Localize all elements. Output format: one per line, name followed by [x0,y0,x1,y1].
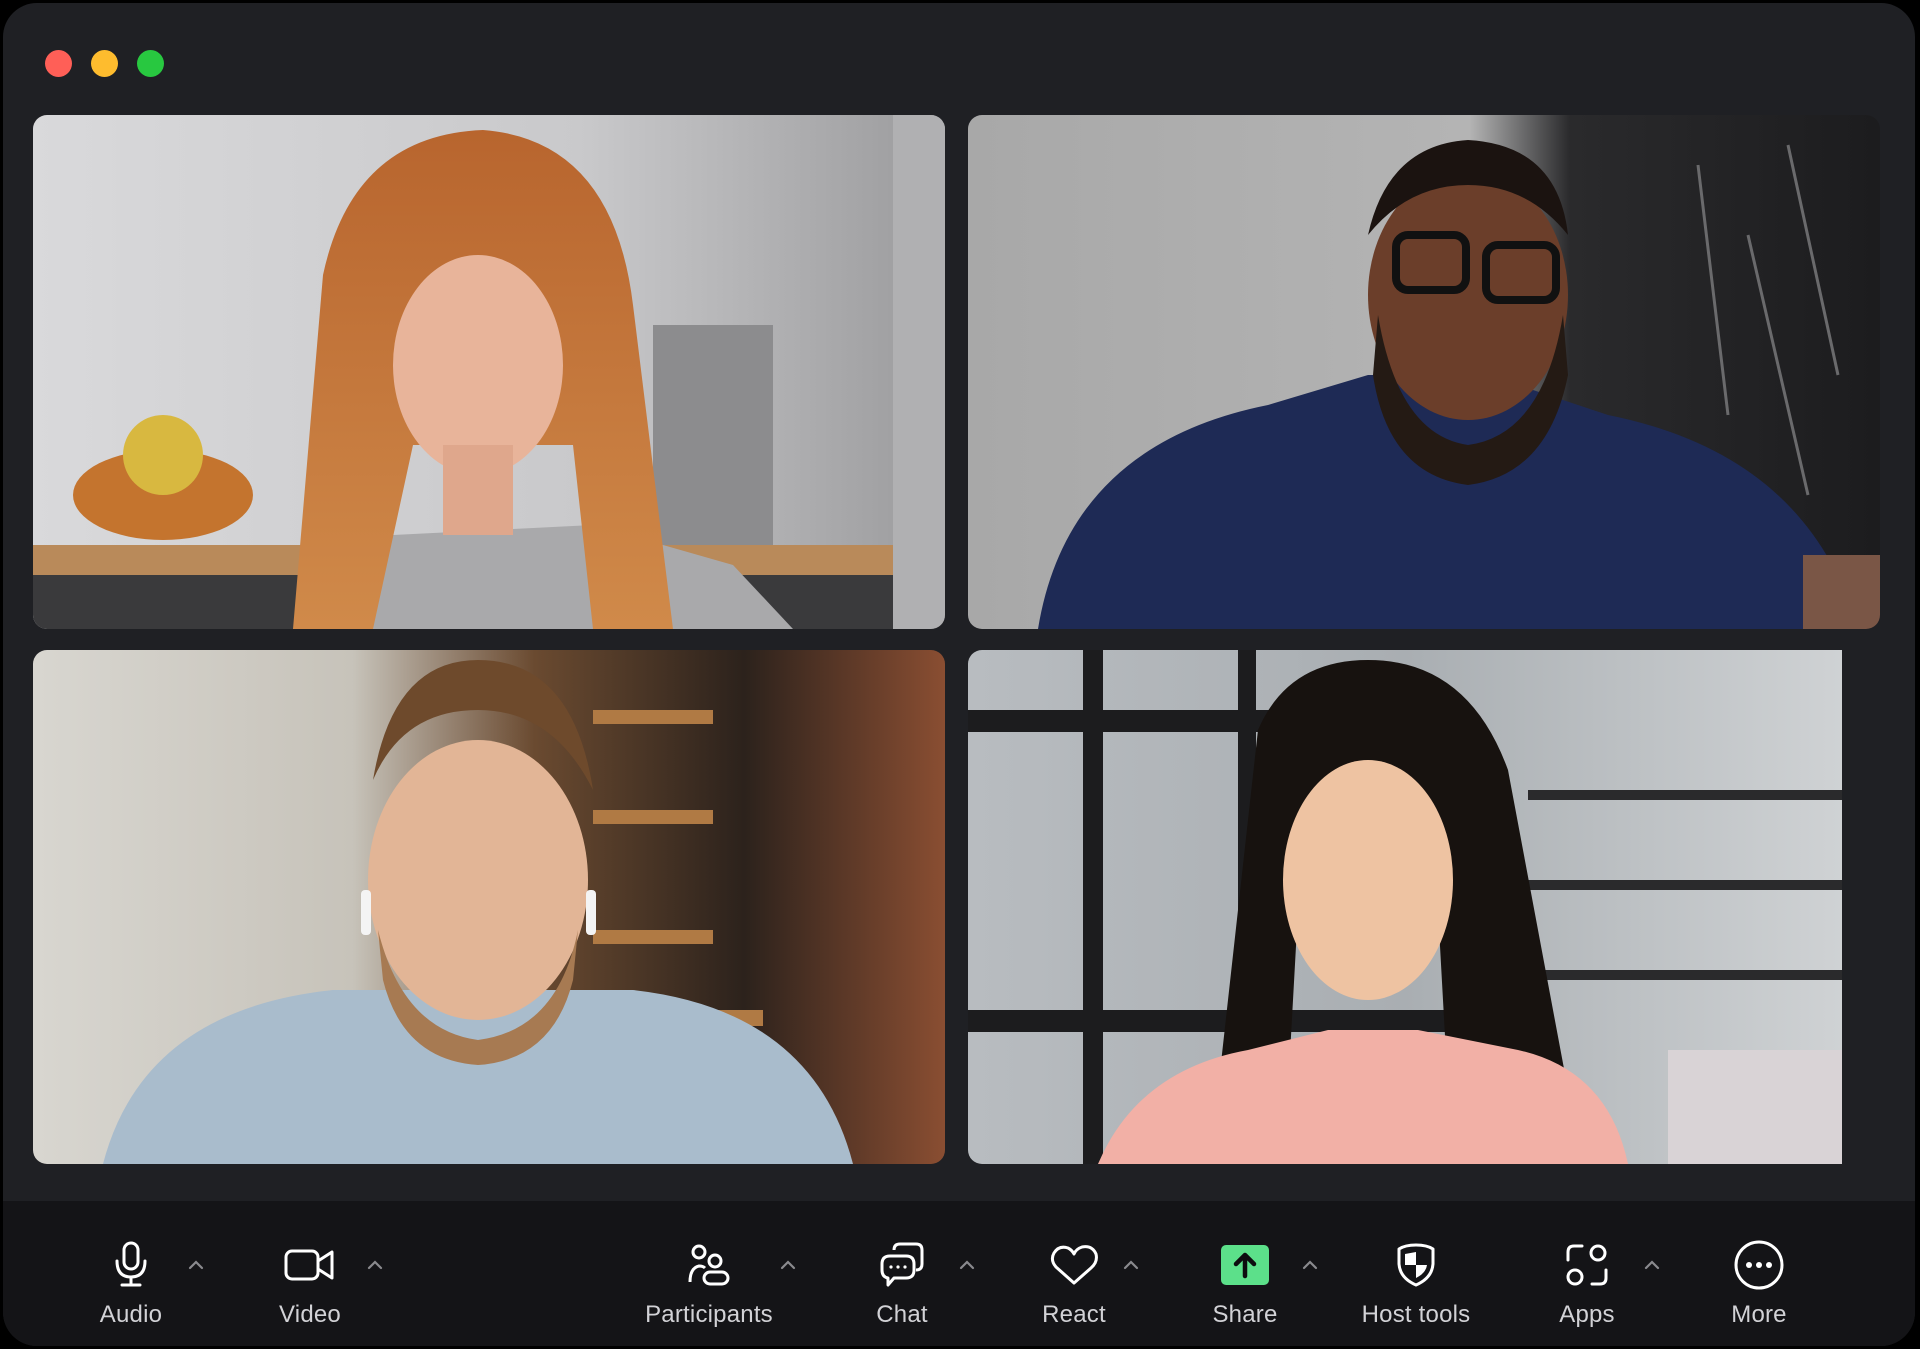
share-label: Share [1212,1301,1278,1328]
audio-options-chevron-up-icon[interactable] [184,1255,208,1275]
more-button[interactable]: More [1674,1201,1844,1346]
participant-video-tile-4[interactable] [968,650,1842,1164]
zoom-window-button[interactable] [137,50,164,77]
participants-icon [683,1239,735,1291]
host-tools-button[interactable]: Host tools [1331,1201,1501,1346]
video-camera-icon [284,1239,336,1291]
title-bar [3,3,1915,113]
meeting-toolbar: Audio Video Participants Chat React Shar… [3,1201,1915,1346]
participant-video-1 [33,115,945,629]
participants-button[interactable]: Participants [624,1201,794,1346]
participant-video-4 [968,650,1842,1164]
participant-video-tile-1[interactable] [33,115,945,629]
audio-label: Audio [99,1301,163,1328]
share-options-chevron-up-icon[interactable] [1298,1255,1322,1275]
chat-options-chevron-up-icon[interactable] [955,1255,979,1275]
host-tools-label: Host tools [1361,1301,1471,1328]
close-window-button[interactable] [45,50,72,77]
minimize-window-button[interactable] [91,50,118,77]
more-label: More [1731,1301,1787,1328]
react-options-chevron-up-icon[interactable] [1119,1255,1143,1275]
heart-icon [1048,1239,1100,1291]
participants-options-chevron-up-icon[interactable] [776,1255,800,1275]
participants-label: Participants [645,1301,773,1328]
apps-options-chevron-up-icon[interactable] [1640,1255,1664,1275]
participant-video-tile-2[interactable] [968,115,1880,629]
participant-video-tile-3[interactable] [33,650,945,1164]
video-label: Video [279,1301,341,1328]
microphone-icon [105,1239,157,1291]
apps-icon [1561,1239,1613,1291]
apps-label: Apps [1559,1301,1615,1328]
chat-label: Chat [876,1301,928,1328]
react-label: React [1042,1301,1106,1328]
participant-video-2 [968,115,1880,629]
more-dots-icon [1733,1239,1785,1291]
chat-bubbles-icon [876,1239,928,1291]
meeting-window: Audio Video Participants Chat React Shar… [3,3,1915,1346]
share-screen-arrow-icon [1219,1239,1271,1291]
participant-video-3 [33,650,945,1164]
shield-icon [1390,1239,1442,1291]
video-options-chevron-up-icon[interactable] [363,1255,387,1275]
